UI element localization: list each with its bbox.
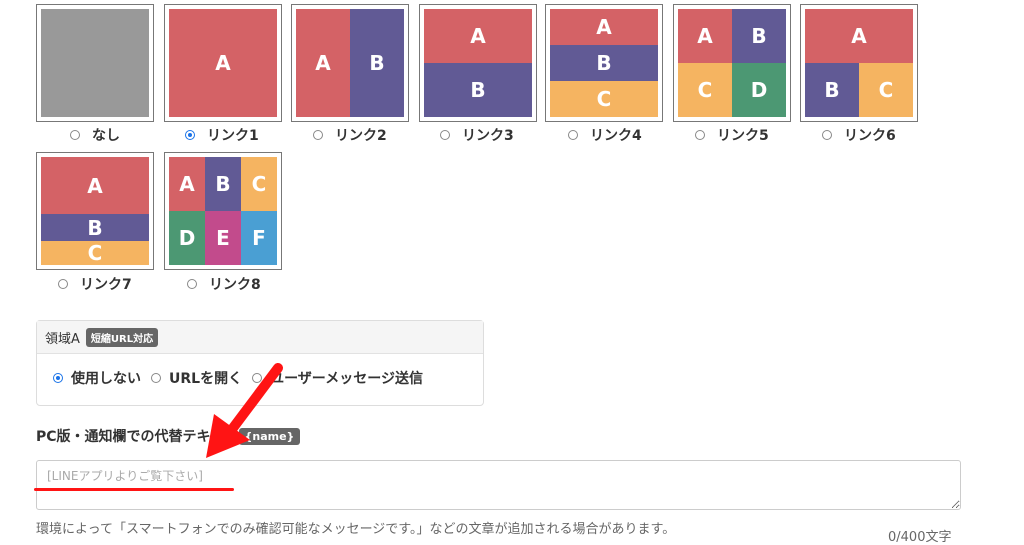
cell-b: B [805,63,859,117]
radio-label: リンク3 [462,128,514,144]
cell-a: A [169,157,206,211]
layout-radio-none[interactable]: なし [70,126,120,144]
cell-b: B [424,63,532,117]
annotation-underline [34,488,234,491]
region-a-title: 領域A [45,331,80,347]
char-counter: 0/400文字 [888,530,952,545]
radio-button-checked[interactable] [185,130,195,140]
layout-preview-link8: A B C D E F [169,157,277,265]
cell-d: D [169,211,206,265]
radio-label: リンク7 [80,277,132,293]
cell-c: C [678,63,732,117]
cell-e: E [204,211,242,265]
radio-label: なし [92,128,120,144]
radio-label: リンク1 [207,128,259,144]
layout-tile-link4[interactable]: A B C [545,4,663,122]
radio-button[interactable] [313,130,323,140]
layout-tile-link1[interactable]: A [164,4,282,122]
radio-button[interactable] [822,130,832,140]
layout-preview-link2: A B [296,9,404,117]
layout-preview-link4: A B C [550,9,658,117]
layout-radio-link1[interactable]: リンク1 [185,126,259,144]
radio-label: リンク6 [844,128,896,144]
layout-preview-link6: A B C [805,9,913,117]
cell-d: D [732,63,786,117]
footer-note: 環境によって「スマートフォンでのみ確認可能なメッセージです。」などの文章が追加さ… [36,522,676,537]
cell-a: A [424,9,532,63]
cell-b: B [350,9,404,117]
layout-tile-link3[interactable]: A B [419,4,537,122]
layout-radio-link8[interactable]: リンク8 [187,275,261,293]
option-label: ユーザーメッセージ送信 [270,371,423,387]
radio-label: リンク8 [209,277,261,293]
radio-button[interactable] [151,373,161,383]
option-no-use[interactable]: 使用しない [53,368,141,388]
layout-preview-link3: A B [424,9,532,117]
layout-tile-link2[interactable]: A B [291,4,409,122]
region-a-header: 領域A 短縮URL対応 [37,321,483,354]
cell-a: A [169,9,277,117]
radio-button[interactable] [440,130,450,140]
radio-label: リンク2 [335,128,387,144]
cell-a: A [41,157,149,215]
layout-tile-link6[interactable]: A B C [800,4,918,122]
cell-a: A [550,9,658,46]
radio-button[interactable] [695,130,705,140]
layout-preview-link1: A [169,9,277,117]
layout-tile-link5[interactable]: A B C D [673,4,791,122]
layout-radio-link5[interactable]: リンク5 [695,126,769,144]
short-url-badge: 短縮URL対応 [85,327,159,347]
layout-radio-link2[interactable]: リンク2 [313,126,387,144]
cell-c: C [41,241,149,265]
layout-preview-none [41,9,149,117]
radio-button[interactable] [568,130,578,140]
layout-tile-none[interactable] [36,4,154,122]
cell-a: A [296,9,350,117]
cell-b: B [41,214,149,242]
layout-radio-link7[interactable]: リンク7 [58,275,132,293]
layout-radio-link6[interactable]: リンク6 [822,126,896,144]
radio-button[interactable] [187,279,197,289]
cell-b: B [732,9,786,63]
layout-preview-link5: A B C D [678,9,786,117]
radio-label: リンク5 [717,128,769,144]
layout-radio-link3[interactable]: リンク3 [440,126,514,144]
cell-b: B [550,44,658,82]
radio-button[interactable] [70,130,80,140]
radio-button-checked[interactable] [53,373,63,383]
layout-tile-link7[interactable]: A B C [36,152,154,270]
layout-tile-link8[interactable]: A B C D E F [164,152,282,270]
cell-a: A [805,9,913,63]
radio-button[interactable] [58,279,68,289]
cell-c: C [240,157,277,211]
cell-b: B [204,157,242,211]
cell-c: C [550,80,658,117]
option-label: 使用しない [71,371,141,387]
annotation-arrow-icon [206,363,283,458]
cell-c: C [859,63,913,117]
alt-text-input[interactable] [36,460,961,510]
cell-a: A [678,9,732,63]
layout-radio-link4[interactable]: リンク4 [568,126,642,144]
cell-f: F [240,211,277,265]
alt-text-label: PC版・通知欄での代替テキ [36,429,211,445]
radio-label: リンク4 [590,128,642,144]
layout-preview-link7: A B C [41,157,149,265]
